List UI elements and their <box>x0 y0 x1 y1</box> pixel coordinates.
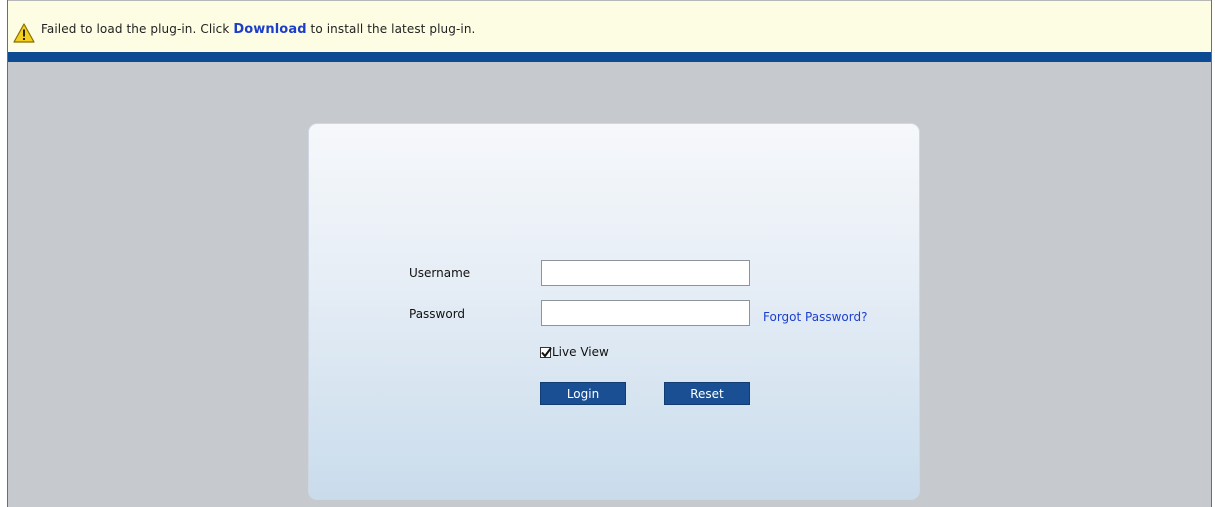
warning-icon <box>13 23 35 43</box>
reset-button[interactable]: Reset <box>664 382 750 405</box>
login-panel: Username Password Forgot Password? Live … <box>308 123 920 500</box>
live-view-checkbox[interactable] <box>540 346 552 358</box>
header-strip <box>8 52 1211 62</box>
username-input[interactable] <box>541 260 750 286</box>
plugin-notice-text: Failed to load the plug-in. Click Downlo… <box>41 22 475 37</box>
plugin-notice-bar: Failed to load the plug-in. Click Downlo… <box>8 0 1211 52</box>
checkmark-icon <box>541 346 552 358</box>
login-button[interactable]: Login <box>540 382 626 405</box>
page-frame: Failed to load the plug-in. Click Downlo… <box>7 0 1212 507</box>
download-link[interactable]: Download <box>233 22 306 37</box>
forgot-password-link[interactable]: Forgot Password? <box>763 310 867 324</box>
password-label: Password <box>409 307 466 321</box>
notice-text-after: to install the latest plug-in. <box>306 22 476 36</box>
password-input[interactable] <box>541 300 750 326</box>
live-view-label: Live View <box>552 345 609 359</box>
notice-text-before: Failed to load the plug-in. Click <box>41 22 234 36</box>
live-view-option[interactable]: Live View <box>540 344 609 360</box>
username-label: Username <box>409 266 471 280</box>
